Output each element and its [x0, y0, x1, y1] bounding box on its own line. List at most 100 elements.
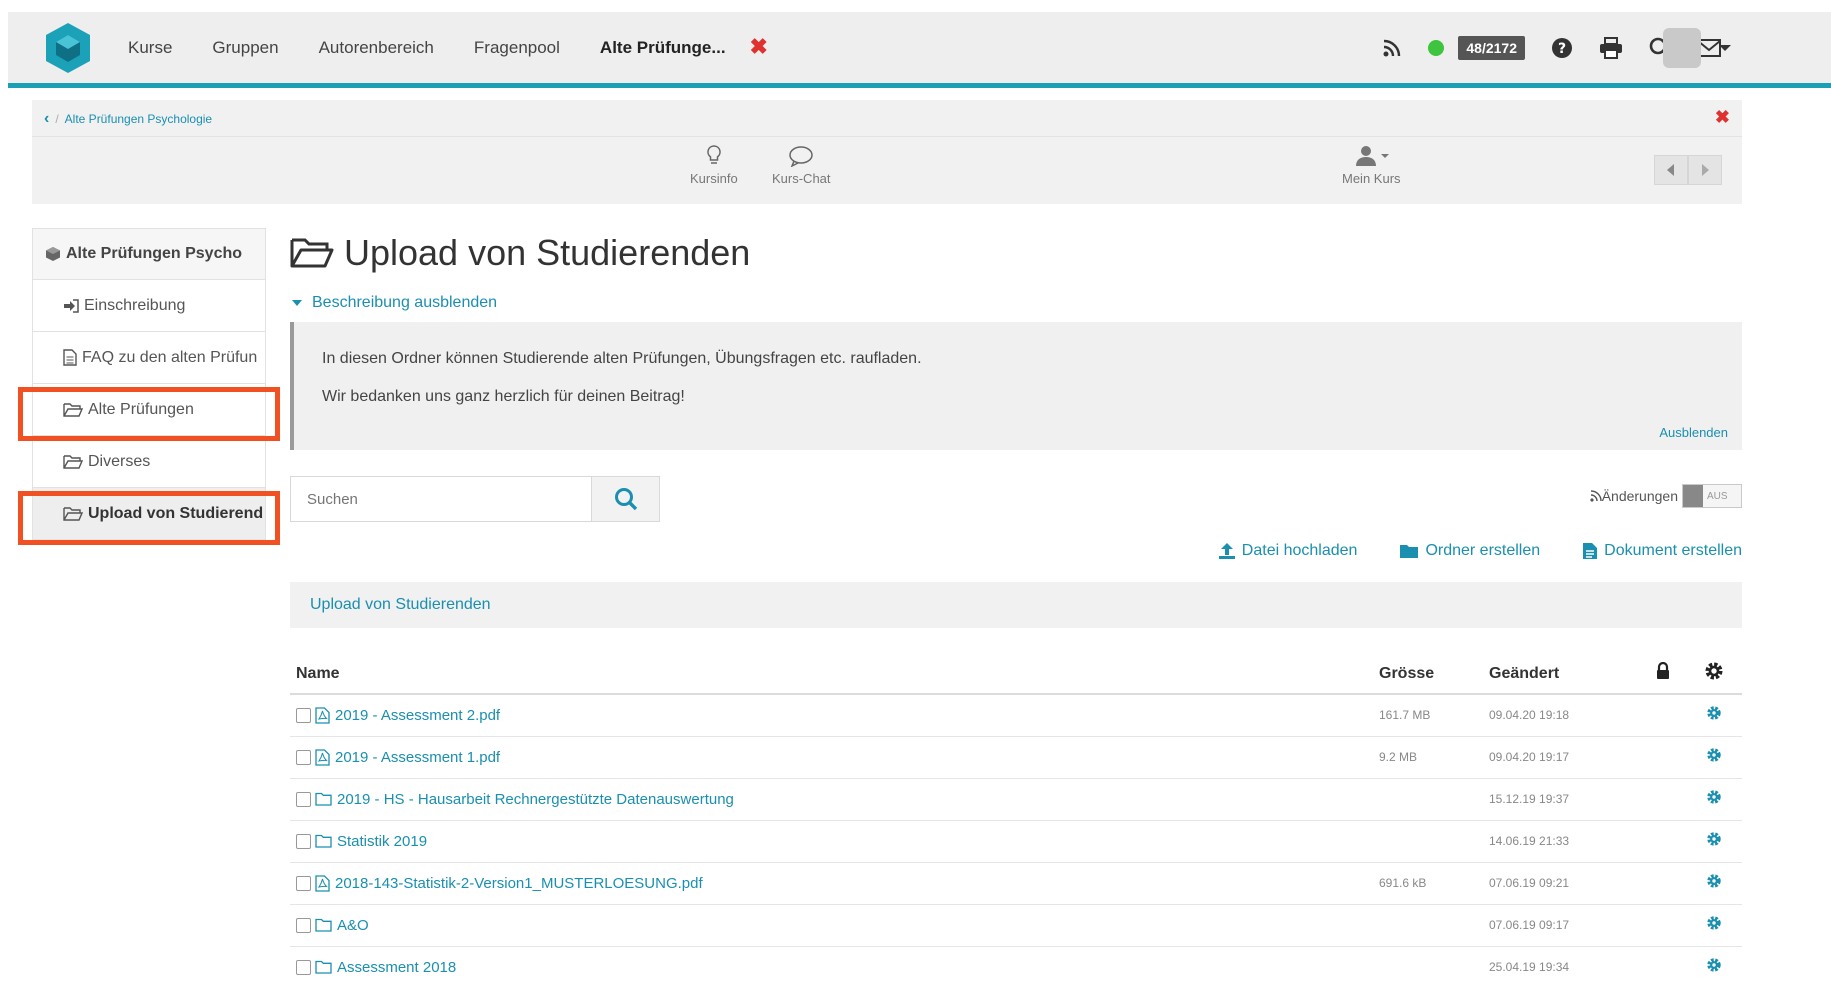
search-button[interactable] — [591, 477, 659, 521]
sidebar-item-diverses[interactable]: Diverses — [32, 436, 266, 488]
toggle-description-link[interactable]: Beschreibung ausblenden — [290, 294, 1742, 312]
next-node-button[interactable] — [1688, 155, 1722, 185]
folder-icon — [315, 834, 337, 848]
row-checkbox[interactable] — [296, 749, 311, 765]
row-checkbox[interactable] — [296, 707, 311, 723]
file-changed-cell: 07.06.19 09:17 — [1483, 904, 1639, 947]
course-navigation-arrows — [1654, 155, 1722, 185]
sidebar-item-einschreibung[interactable]: Einschreibung — [32, 280, 266, 332]
sidebar-item-upload-von-studierenden[interactable]: Upload von Studierend — [32, 488, 266, 540]
rss-changes-toggle[interactable]: Änderungen AUS — [1590, 484, 1742, 508]
file-actions-cell — [1686, 694, 1742, 737]
close-tab-icon[interactable]: ✖ — [750, 34, 768, 60]
sign-in-icon — [64, 298, 79, 313]
top-navbar: Kurse Gruppen Autorenbereich Fragenpool … — [8, 12, 1831, 88]
sidebar-root-course[interactable]: Alte Prüfungen Psycho — [32, 228, 266, 280]
page-title-text: Upload von Studierenden — [344, 232, 751, 273]
gear-icon[interactable] — [1706, 831, 1722, 847]
mein-kurs-button[interactable]: Mein Kurs — [1342, 145, 1401, 186]
file-name-cell: 2019 - Assessment 2.pdf — [290, 694, 1373, 737]
file-size-cell — [1373, 820, 1483, 863]
search-input[interactable] — [291, 477, 591, 521]
nav-autorenbereich[interactable]: Autorenbereich — [319, 38, 434, 58]
kurs-chat-button[interactable]: Kurs-Chat — [772, 145, 831, 186]
file-link[interactable]: 2019 - Assessment 1.pdf — [335, 749, 500, 766]
file-link[interactable]: 2019 - Assessment 2.pdf — [335, 707, 500, 724]
breadcrumb: ‹ / Alte Prüfungen Psychologie — [44, 110, 212, 128]
user-menu[interactable] — [1663, 28, 1731, 68]
caret-down-icon — [292, 300, 302, 306]
create-folder-button[interactable]: Ordner erstellen — [1399, 542, 1540, 560]
gear-icon[interactable] — [1706, 789, 1722, 805]
gear-icon[interactable] — [1706, 915, 1722, 931]
upload-icon — [1218, 543, 1235, 559]
folder-description: In diesen Ordner können Studierende alte… — [290, 322, 1742, 450]
column-header-lock — [1639, 654, 1686, 695]
print-icon[interactable] — [1599, 37, 1623, 59]
breadcrumb-course-link[interactable]: Alte Prüfungen Psychologie — [65, 112, 212, 126]
file-size-cell: 161.7 MB — [1373, 694, 1483, 737]
toggle-description-label: Beschreibung ausblenden — [312, 294, 498, 311]
upload-file-button[interactable]: Datei hochladen — [1218, 542, 1357, 560]
row-checkbox[interactable] — [296, 833, 311, 849]
gear-icon[interactable] — [1706, 705, 1722, 721]
file-link[interactable]: Assessment 2018 — [337, 959, 456, 976]
gear-icon[interactable] — [1706, 873, 1722, 889]
row-checkbox[interactable] — [296, 875, 311, 891]
nav-active-course-tab[interactable]: Alte Prüfunge... — [600, 38, 726, 58]
pdf-file-icon — [315, 748, 335, 766]
back-chevron-icon[interactable]: ‹ — [44, 110, 49, 128]
folder-path-breadcrumb: Upload von Studierenden — [290, 582, 1742, 628]
nav-gruppen[interactable]: Gruppen — [212, 38, 278, 58]
search-box — [290, 476, 660, 522]
file-link[interactable]: Statistik 2019 — [337, 833, 427, 850]
chevron-down-icon[interactable] — [1719, 45, 1731, 51]
close-course-icon[interactable]: ✖ — [1715, 107, 1730, 128]
sidebar-item-label: Einschreibung — [84, 296, 186, 314]
kursinfo-button[interactable]: Kursinfo — [690, 145, 738, 186]
nav-fragenpool[interactable]: Fragenpool — [474, 38, 560, 58]
gear-icon[interactable] — [1706, 747, 1722, 763]
caret-right-icon — [1702, 164, 1709, 176]
gear-icon[interactable] — [1706, 957, 1722, 973]
sidebar-item-faq[interactable]: FAQ zu den alten Prüfun — [32, 332, 266, 384]
file-size-cell — [1373, 946, 1483, 981]
sidebar-item-label: Upload von Studierend — [88, 504, 264, 522]
file-link[interactable]: 2018-143-Statistik-2-Version1_MUSTERLOES… — [335, 875, 703, 892]
file-text-icon — [1583, 543, 1598, 559]
file-actions-cell — [1686, 778, 1742, 821]
folder-open-icon — [290, 238, 334, 268]
column-header-name[interactable]: Name — [290, 654, 1373, 695]
help-icon[interactable]: ? — [1551, 37, 1573, 59]
file-actions-cell — [1686, 736, 1742, 779]
hide-description-link[interactable]: Ausblenden — [1659, 425, 1728, 440]
file-name-cell: 2019 - HS - Hausarbeit Rechnergestützte … — [290, 778, 1373, 821]
rss-icon[interactable] — [1382, 38, 1402, 58]
row-checkbox[interactable] — [296, 959, 311, 975]
folder-actions: Datei hochladen Ordner erstellen Dokumen… — [290, 536, 1742, 566]
course-toolbar: Kursinfo Kurs-Chat Mein Kurs — [32, 136, 1742, 204]
row-checkbox[interactable] — [296, 917, 311, 933]
olat-logo[interactable] — [40, 20, 96, 76]
mein-kurs-label: Mein Kurs — [1342, 171, 1401, 186]
file-link[interactable]: 2019 - HS - Hausarbeit Rechnergestützte … — [337, 791, 734, 808]
avatar[interactable] — [1663, 28, 1701, 68]
rss-switch[interactable]: AUS — [1682, 484, 1742, 508]
folder-path-link[interactable]: Upload von Studierenden — [310, 596, 491, 614]
breadcrumb-separator: / — [55, 112, 59, 126]
file-size-cell — [1373, 778, 1483, 821]
column-header-size[interactable]: Grösse — [1373, 654, 1483, 695]
page-title: Upload von Studierenden — [290, 228, 1742, 278]
nav-kurse[interactable]: Kurse — [128, 38, 172, 58]
column-header-changed[interactable]: Geändert — [1483, 654, 1639, 695]
file-link[interactable]: A&O — [337, 917, 369, 934]
svg-text:?: ? — [1558, 41, 1566, 57]
create-document-button[interactable]: Dokument erstellen — [1582, 542, 1742, 560]
row-checkbox[interactable] — [296, 791, 311, 807]
user-counter-badge: 48/2172 — [1458, 36, 1525, 60]
previous-node-button[interactable] — [1654, 155, 1688, 185]
file-name-cell: A&O — [290, 904, 1373, 947]
online-status[interactable]: 48/2172 — [1428, 36, 1525, 60]
sidebar-item-alte-pruefungen[interactable]: Alte Prüfungen — [32, 384, 266, 436]
online-status-dot — [1428, 40, 1445, 56]
